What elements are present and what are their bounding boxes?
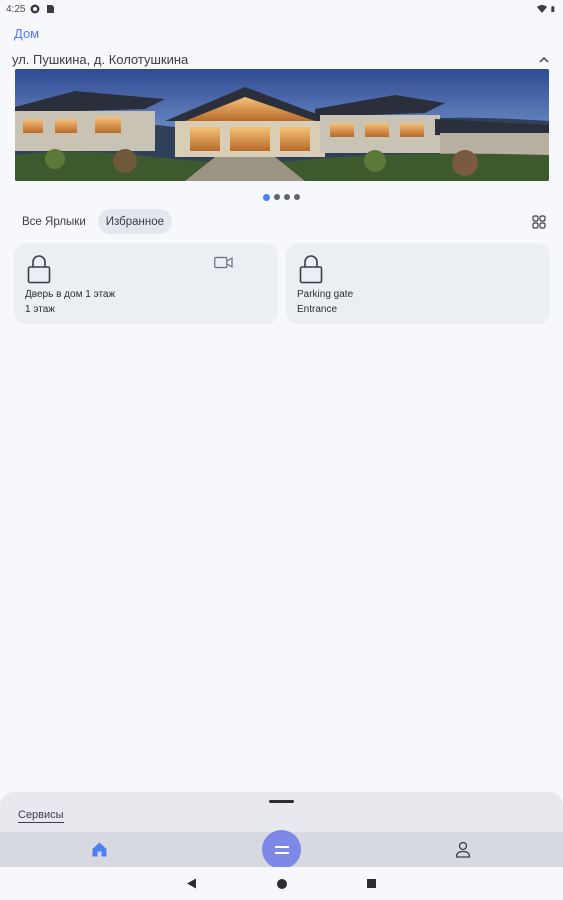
- shortcut-card[interactable]: Дверь в дом 1 этаж 1 этаж: [14, 243, 278, 324]
- chip-favorites[interactable]: Избранное: [97, 209, 173, 234]
- card-subtitle: Entrance: [297, 304, 338, 315]
- filter-chips: Все Ярлыки Избранное: [14, 209, 173, 234]
- shortcut-cards: Дверь в дом 1 этаж 1 этаж Parking gate E…: [14, 243, 550, 324]
- video-camera-icon[interactable]: [214, 256, 233, 269]
- address-title: ул. Пушкина, д. Колотушкина: [12, 51, 189, 67]
- sync-icon: [30, 4, 40, 14]
- chip-all-shortcuts[interactable]: Все Ярлыки: [14, 209, 94, 234]
- home-icon[interactable]: [91, 841, 108, 858]
- recent-apps-icon[interactable]: [367, 879, 376, 888]
- lock-icon: [27, 255, 51, 284]
- pager-dot[interactable]: [274, 194, 280, 200]
- chevron-up-icon[interactable]: [536, 51, 552, 67]
- profile-icon[interactable]: [455, 841, 471, 858]
- card-name: Parking gate: [297, 289, 354, 300]
- pager-dot[interactable]: [263, 193, 270, 201]
- grid-view-icon[interactable]: [531, 214, 547, 230]
- menu-fab[interactable]: [262, 830, 301, 869]
- card-subtitle: 1 этаж: [25, 304, 55, 315]
- lock-icon: [299, 255, 323, 284]
- system-navigation: [0, 867, 563, 900]
- services-label[interactable]: Сервисы: [18, 809, 64, 823]
- sheet-drag-handle[interactable]: [269, 800, 294, 803]
- pager-dot[interactable]: [284, 194, 290, 200]
- wifi-icon: [537, 5, 547, 13]
- sim-card-icon: [47, 5, 55, 13]
- back-icon[interactable]: [186, 878, 197, 889]
- address-row[interactable]: ул. Пушкина, д. Колотушкина: [12, 50, 552, 68]
- image-pager[interactable]: [0, 193, 563, 201]
- battery-icon: [551, 6, 555, 12]
- home-link[interactable]: Дом: [14, 26, 39, 41]
- shortcut-card[interactable]: Parking gate Entrance: [286, 243, 550, 324]
- card-name: Дверь в дом 1 этаж: [25, 289, 116, 300]
- system-home-icon[interactable]: [277, 879, 287, 889]
- status-time: 4:25: [6, 3, 26, 15]
- services-sheet[interactable]: Сервисы: [0, 792, 563, 832]
- house-photo[interactable]: [15, 69, 549, 181]
- status-bar: 4:25: [0, 0, 563, 18]
- pager-dot[interactable]: [294, 194, 300, 200]
- menu-icon: [274, 845, 289, 854]
